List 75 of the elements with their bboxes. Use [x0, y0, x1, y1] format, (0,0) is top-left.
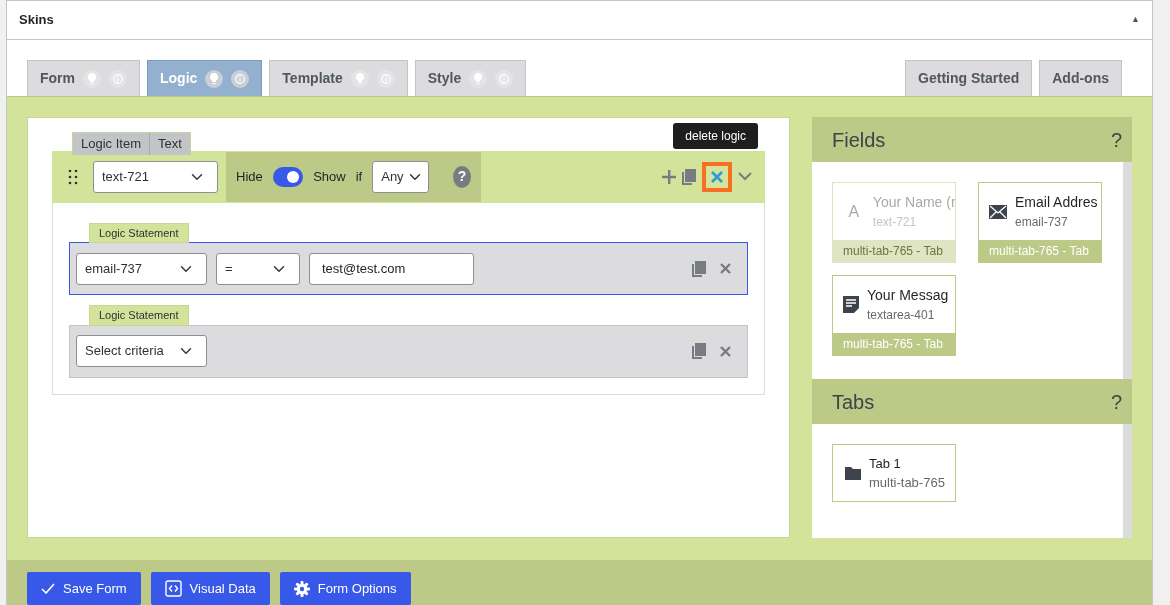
field-card[interactable]: Your Messag textarea-401 multi-tab-765 - Tab	[832, 275, 956, 356]
document-icon	[843, 296, 859, 313]
field-tab-label: multi-tab-765 - Tab	[833, 333, 955, 355]
copy-icon	[682, 168, 696, 185]
delete-button[interactable]	[720, 263, 731, 274]
tooltip: delete logic	[673, 122, 758, 149]
show-label: Show	[313, 167, 346, 186]
hide-label: Hide	[236, 167, 263, 186]
field-tab-label: multi-tab-765 - Tab	[833, 240, 955, 262]
select-field[interactable]: Any	[372, 160, 429, 193]
help-button[interactable]: ?	[452, 165, 471, 188]
copy-icon	[692, 343, 706, 359]
copy-button[interactable]	[692, 260, 706, 277]
close-icon	[720, 345, 731, 357]
copy-button[interactable]	[692, 343, 706, 359]
statement-label: Logic Statement	[89, 305, 189, 326]
tab-card[interactable]: Tab 1 multi-tab-765	[832, 444, 956, 502]
check-icon	[41, 583, 55, 594]
item-label: Logic Item	[80, 135, 142, 153]
toggle-switch[interactable]	[272, 166, 304, 187]
copy-icon	[692, 260, 706, 277]
tab[interactable]: Template	[269, 60, 408, 96]
add-button[interactable]	[662, 169, 676, 184]
field-label: Your Messag	[867, 286, 949, 305]
info-icon	[113, 73, 123, 84]
plus-icon	[662, 169, 676, 184]
close-icon	[720, 263, 731, 274]
field-tab-label: multi-tab-765 - Tab	[979, 240, 1101, 262]
info-icon	[499, 73, 510, 84]
field-name: textarea-401	[867, 307, 936, 324]
statement-label: Logic Statement	[89, 222, 189, 243]
close-icon	[711, 170, 723, 183]
help-button[interactable]: ?	[1110, 124, 1122, 155]
item-label: Text	[149, 133, 190, 155]
select-field[interactable]: text-721	[93, 160, 218, 193]
code-icon	[164, 580, 182, 597]
lightbulb-icon	[88, 73, 96, 84]
collapse-arrow[interactable]: ▲	[1131, 13, 1140, 27]
field-name: email-737	[1015, 214, 1069, 231]
select-field[interactable]: Select criteria	[76, 335, 207, 367]
settings-icon	[293, 580, 310, 597]
expand-button[interactable]	[738, 172, 752, 181]
footer-button[interactable]: Visual Data	[150, 572, 270, 605]
chevron-down-icon	[738, 172, 752, 181]
tab[interactable]: Add-ons	[1039, 60, 1122, 96]
field-label: Your Name (r	[872, 193, 955, 212]
info-icon	[380, 73, 391, 84]
if-label: if	[355, 167, 363, 186]
tab[interactable]: Getting Started	[905, 60, 1033, 96]
text-field-icon: A	[843, 199, 865, 224]
select-field[interactable]: email-737	[76, 252, 207, 285]
lightbulb-icon	[210, 73, 219, 84]
panel-heading: Fields	[832, 127, 886, 153]
value-field[interactable]: test@test.com	[309, 252, 474, 285]
footer-button[interactable]: Form Options	[279, 572, 411, 605]
copy-button[interactable]	[682, 168, 696, 185]
footer-button[interactable]: Save Form	[27, 572, 141, 605]
envelope-icon	[989, 204, 1007, 219]
tab[interactable]: Form	[27, 60, 140, 96]
field-card[interactable]: Email Addres email-737 multi-tab-765 - Tab	[978, 182, 1102, 263]
tab-label: Tab 1	[869, 454, 902, 473]
delete-button[interactable]	[720, 345, 731, 357]
panel-heading: Tabs	[832, 389, 875, 415]
info-icon	[235, 73, 246, 84]
tab[interactable]: Style	[414, 60, 527, 96]
select-field[interactable]: =	[216, 252, 300, 285]
delete-button[interactable]	[702, 161, 732, 192]
help-button[interactable]: ?	[1110, 386, 1122, 417]
folder-icon	[845, 466, 861, 480]
lightbulb-icon	[474, 73, 483, 84]
panel-title: Skins	[19, 11, 54, 30]
tab-name: multi-tab-765	[869, 474, 945, 492]
field-name: text-721	[872, 214, 918, 231]
lightbulb-icon	[355, 73, 364, 84]
field-label: Email Addres	[1015, 193, 1098, 212]
